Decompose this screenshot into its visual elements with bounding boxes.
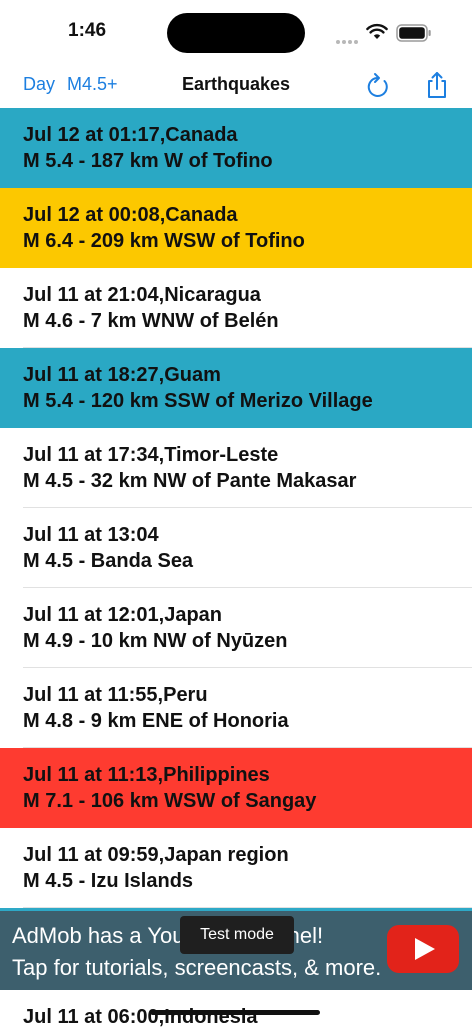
quake-date-location: Jul 11 at 11:55,Peru — [23, 684, 208, 706]
page-title: Earthquakes — [181, 74, 291, 94]
test-mode-badge: Test mode — [180, 916, 294, 954]
earthquake-row[interactable]: Jul 11 at 12:01,Japan M 4.9 - 10 km NW of… — [0, 588, 472, 668]
dynamic-island — [167, 13, 305, 53]
quake-magnitude-place: M 6.4 - 209 km WSW of Tofino — [23, 230, 305, 252]
status-time: 1:46 — [68, 20, 107, 41]
quake-date-location: Jul 11 at 11:13,Philippines — [23, 764, 270, 786]
refresh-icon[interactable] — [364, 70, 390, 100]
youtube-play-icon[interactable] — [386, 924, 460, 974]
earthquake-row[interactable]: Jul 11 at 18:27,Guam M 5.4 - 120 km SSW o… — [0, 348, 472, 428]
quake-magnitude-place: M 4.9 - 10 km NW of Nyūzen — [23, 630, 288, 652]
status-bar: 1:46 — [0, 0, 472, 62]
quake-date-location: Jul 11 at 13:04 — [23, 524, 159, 546]
quake-magnitude-place: M 4.8 - 9 km ENE of Honoria — [23, 710, 289, 732]
quake-date-location: Jul 11 at 09:59,Japan region — [23, 844, 289, 866]
quake-magnitude-place: M 7.1 - 106 km WSW of Sangay — [23, 790, 317, 812]
quake-date-location: Jul 12 at 01:17,Canada — [23, 124, 238, 146]
quake-date-location: Jul 12 at 00:08,Canada — [23, 204, 238, 226]
earthquake-row[interactable]: Jul 11 at 11:55,Peru M 4.8 - 9 km ENE of … — [0, 668, 472, 748]
quake-date-location: Jul 11 at 12:01,Japan — [23, 604, 223, 626]
earthquake-row[interactable]: Jul 11 at 09:59,Japan region M 4.5 - Izu … — [0, 828, 472, 908]
quake-magnitude-place: M 4.5 - Izu Islands — [23, 870, 194, 892]
quake-date-location: Jul 11 at 21:04,Nicaragua — [23, 284, 261, 306]
navigation-bar: Day M4.5+ Earthquakes — [0, 62, 472, 108]
earthquake-row[interactable]: Jul 12 at 01:17,Canada M 5.4 - 187 km W o… — [0, 108, 472, 188]
cellular-signal-icon — [336, 31, 360, 49]
quake-magnitude-place: M 5.4 - 187 km W of Tofino — [23, 150, 273, 172]
quake-magnitude-place: M 4.6 - 7 km WNW of Belén — [23, 310, 279, 332]
quake-date-location: Jul 11 at 06:00,Indonesia — [23, 1006, 258, 1028]
earthquake-row[interactable]: Jul 11 at 13:04 M 4.5 - Banda Sea — [0, 508, 472, 588]
list-item-partial[interactable]: Jul 11 at 06:00,Indonesia — [0, 990, 472, 1028]
home-indicator — [150, 1010, 320, 1015]
quake-magnitude-place: M 5.4 - 120 km SSW of Merizo Village — [23, 390, 373, 412]
earthquake-row[interactable]: Jul 11 at 21:04,Nicaragua M 4.6 - 7 km WN… — [0, 268, 472, 348]
quake-date-location: Jul 11 at 18:27,Guam — [23, 364, 221, 386]
earthquake-list: Jul 12 at 01:17,Canada M 5.4 - 187 km W o… — [0, 108, 472, 908]
quake-magnitude-place: M 4.5 - 32 km NW of Pante Makasar — [23, 470, 357, 492]
quake-magnitude-place: M 4.5 - Banda Sea — [23, 550, 194, 572]
earthquake-row[interactable]: Jul 11 at 17:34,Timor-Leste M 4.5 - 32 km… — [0, 428, 472, 508]
earthquake-row[interactable]: Jul 11 at 11:13,Philippines M 7.1 - 106 k… — [0, 748, 472, 828]
battery-icon — [396, 24, 431, 42]
ad-subline: Tap for tutorials, screencasts, & more. — [12, 955, 382, 980]
share-icon[interactable] — [424, 70, 450, 100]
quake-date-location: Jul 11 at 17:34,Timor-Leste — [23, 444, 279, 466]
wifi-icon — [366, 23, 388, 39]
earthquake-row[interactable]: Jul 12 at 00:08,Canada M 6.4 - 209 km WSW… — [0, 188, 472, 268]
